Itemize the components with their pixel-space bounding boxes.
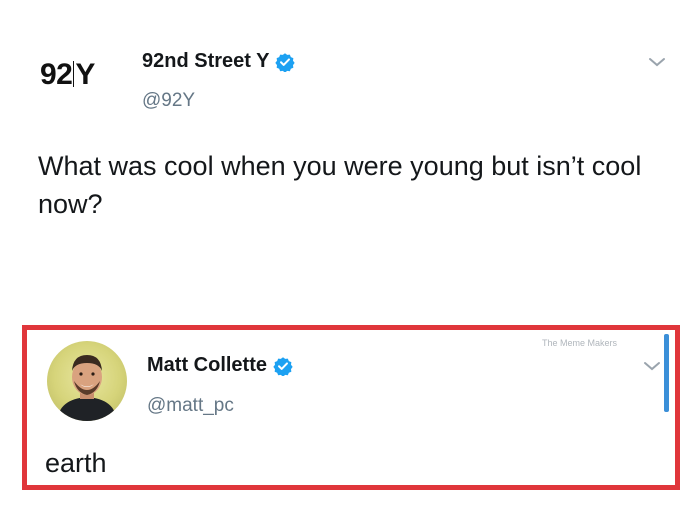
scrollbar-thumb[interactable] (664, 334, 669, 412)
verified-badge-icon (273, 356, 293, 376)
reply-handle[interactable]: @matt_pc (147, 395, 234, 417)
tweet-text: What was cool when you were young but is… (38, 151, 642, 219)
avatar[interactable] (47, 341, 127, 421)
reply-display-name[interactable]: Matt Collette (147, 354, 293, 377)
logo-text: 92 Y (40, 58, 95, 91)
handle[interactable]: @92Y (142, 90, 195, 112)
display-name[interactable]: 92nd Street Y (142, 50, 296, 73)
chevron-down-icon[interactable] (643, 361, 661, 371)
chevron-down-icon[interactable] (648, 57, 666, 67)
avatar-portrait (57, 355, 117, 421)
verified-badge-icon (275, 52, 296, 72)
display-name-label: 92nd Street Y (142, 50, 270, 72)
reply-display-name-label: Matt Collette (147, 354, 267, 376)
main-tweet: 92 Y 92nd Street Y @92Y What was cool whe… (0, 0, 700, 300)
watermark: The Meme Makers (541, 338, 617, 348)
highlighted-reply-tweet: The Meme Makers Matt Collette @matt_pc e… (22, 325, 680, 490)
reply-text: earth (45, 448, 107, 478)
account-logo[interactable]: 92 Y (40, 58, 95, 92)
